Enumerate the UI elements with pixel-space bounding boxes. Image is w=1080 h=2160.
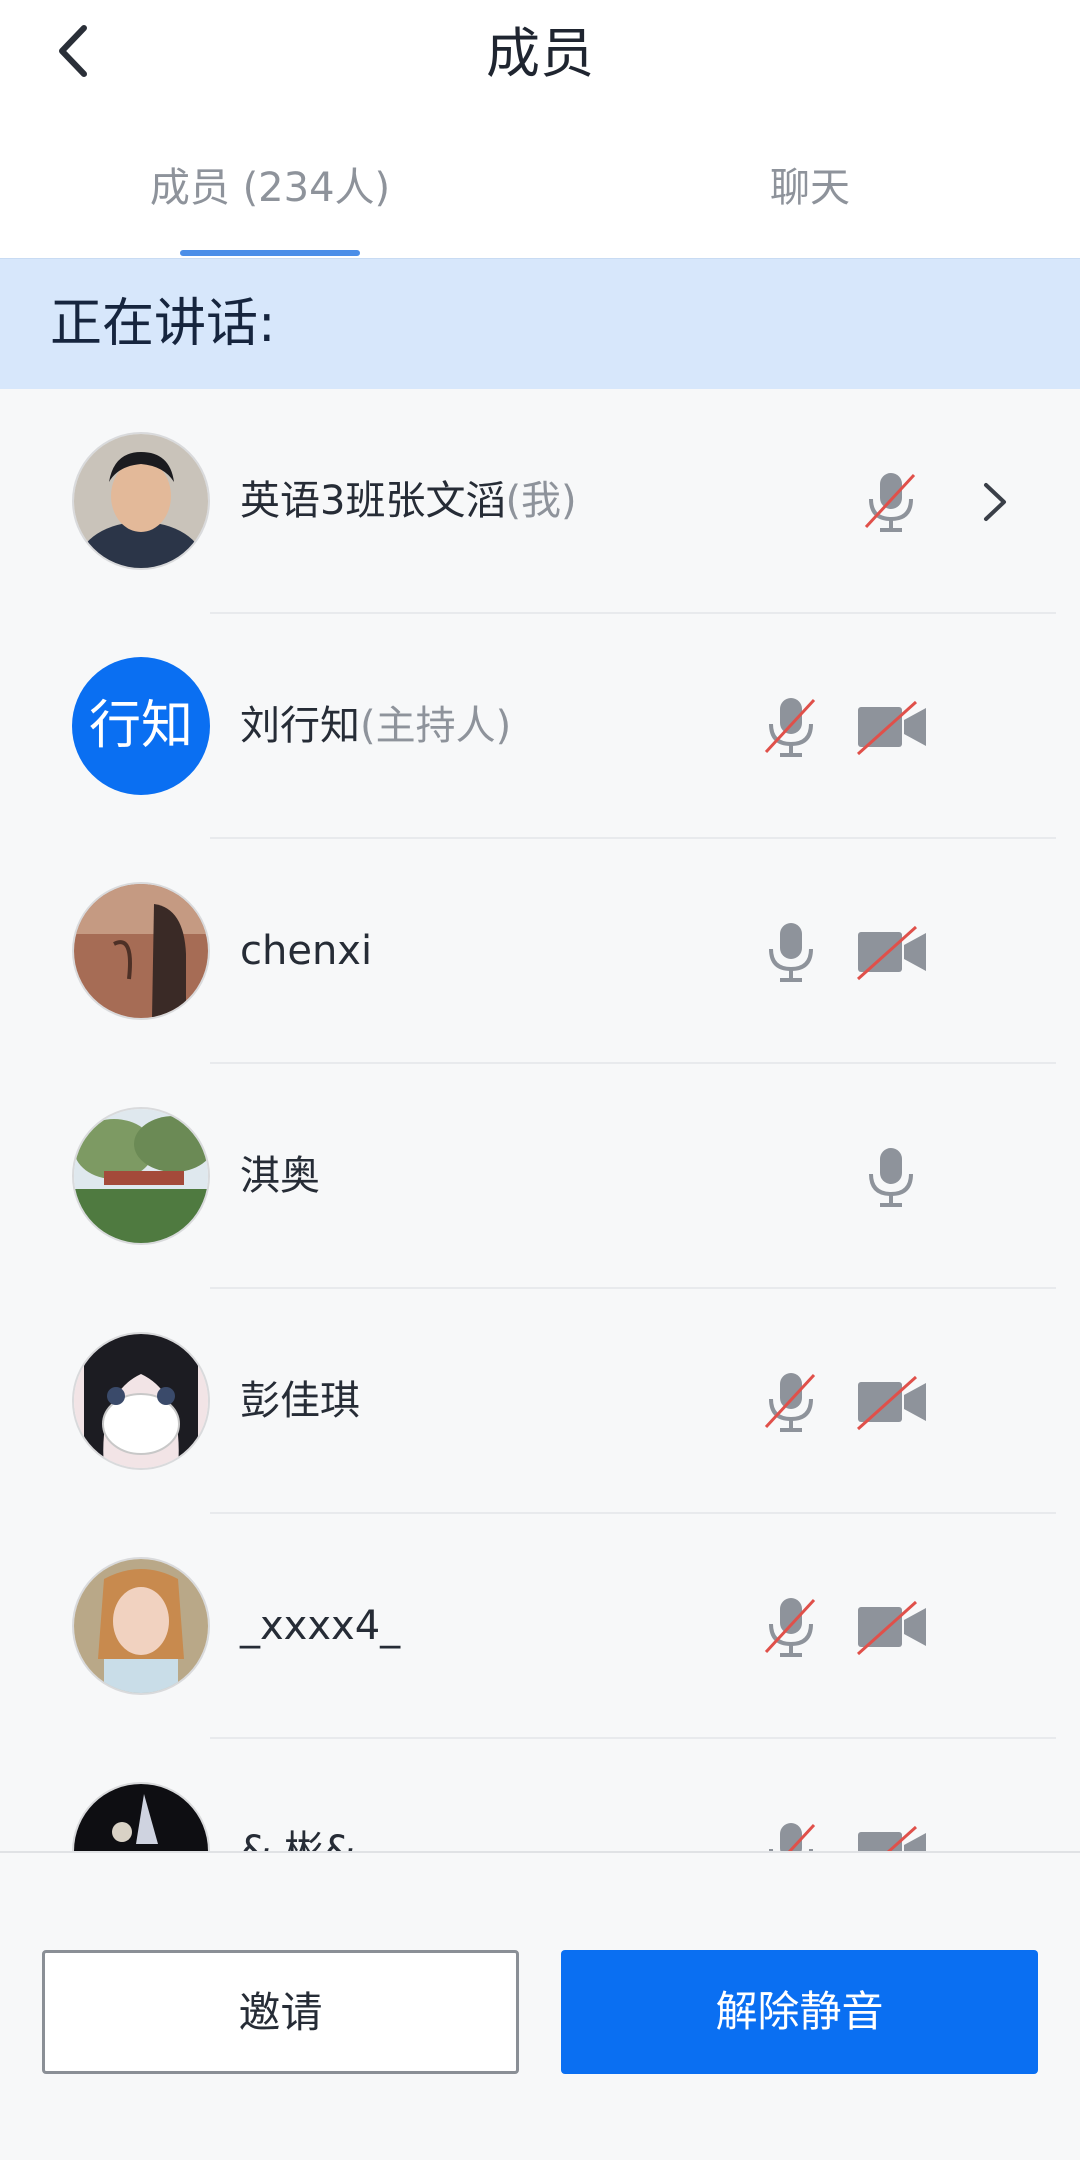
mic-muted-icon[interactable] <box>756 1592 826 1662</box>
member-row[interactable]: 行知 刘行知(主持人) <box>0 614 1080 839</box>
tab-chat[interactable]: 聊天 <box>640 160 980 216</box>
unmute-button[interactable]: 解除静音 <box>561 1950 1038 2074</box>
active-tab-indicator <box>180 250 360 256</box>
mic-muted-icon[interactable] <box>756 692 826 762</box>
avatar <box>72 1332 210 1470</box>
member-name: 淇奥 <box>240 1153 320 1199</box>
mic-muted-icon[interactable] <box>756 1817 826 1851</box>
avatar <box>72 1107 210 1245</box>
camera-off-icon[interactable] <box>856 1367 928 1437</box>
member-name: _xxxx4_ <box>240 1603 401 1649</box>
member-row[interactable]: 淇奥 <box>0 1064 1080 1289</box>
avatar <box>72 432 210 570</box>
top-bar: 成员 成员 (234人) 聊天 <box>0 0 1080 258</box>
member-row[interactable]: & 彬& <box>0 1739 1080 1851</box>
camera-off-icon[interactable] <box>856 917 928 987</box>
speaking-banner: 正在讲话: <box>0 258 1080 390</box>
member-list[interactable]: 英语3班张文滔(我) 行知 刘行知(主持人) chenxi 淇奥 彭佳琪 _xx… <box>0 389 1080 1851</box>
bottom-action-bar: 邀请 解除静音 <box>0 1851 1080 2160</box>
camera-off-icon[interactable] <box>856 1592 928 1662</box>
member-name: chenxi <box>240 928 373 974</box>
mic-on-icon[interactable] <box>756 917 826 987</box>
chevron-right-icon[interactable] <box>970 477 1020 527</box>
tab-members[interactable]: 成员 (234人) <box>100 160 440 216</box>
avatar <box>72 1557 210 1695</box>
avatar <box>72 882 210 1020</box>
member-name: & 彬& <box>240 1828 356 1851</box>
mic-muted-icon[interactable] <box>756 1367 826 1437</box>
member-row[interactable]: 彭佳琪 <box>0 1289 1080 1514</box>
avatar <box>72 1782 210 1851</box>
member-row[interactable]: chenxi <box>0 839 1080 1064</box>
camera-off-icon[interactable] <box>856 692 928 762</box>
camera-off-icon[interactable] <box>856 1817 928 1851</box>
invite-button[interactable]: 邀请 <box>42 1950 519 2074</box>
speaking-label: 正在讲话: <box>50 294 276 354</box>
member-name: 英语3班张文滔(我) <box>240 478 577 524</box>
member-name: 彭佳琪 <box>240 1378 360 1424</box>
avatar: 行知 <box>72 657 210 795</box>
member-row[interactable]: 英语3班张文滔(我) <box>0 389 1080 614</box>
mic-muted-icon[interactable] <box>856 467 926 537</box>
member-name: 刘行知(主持人) <box>240 703 512 749</box>
page-title: 成员 <box>486 22 594 85</box>
member-row[interactable]: _xxxx4_ <box>0 1514 1080 1739</box>
mic-on-icon[interactable] <box>856 1142 926 1212</box>
